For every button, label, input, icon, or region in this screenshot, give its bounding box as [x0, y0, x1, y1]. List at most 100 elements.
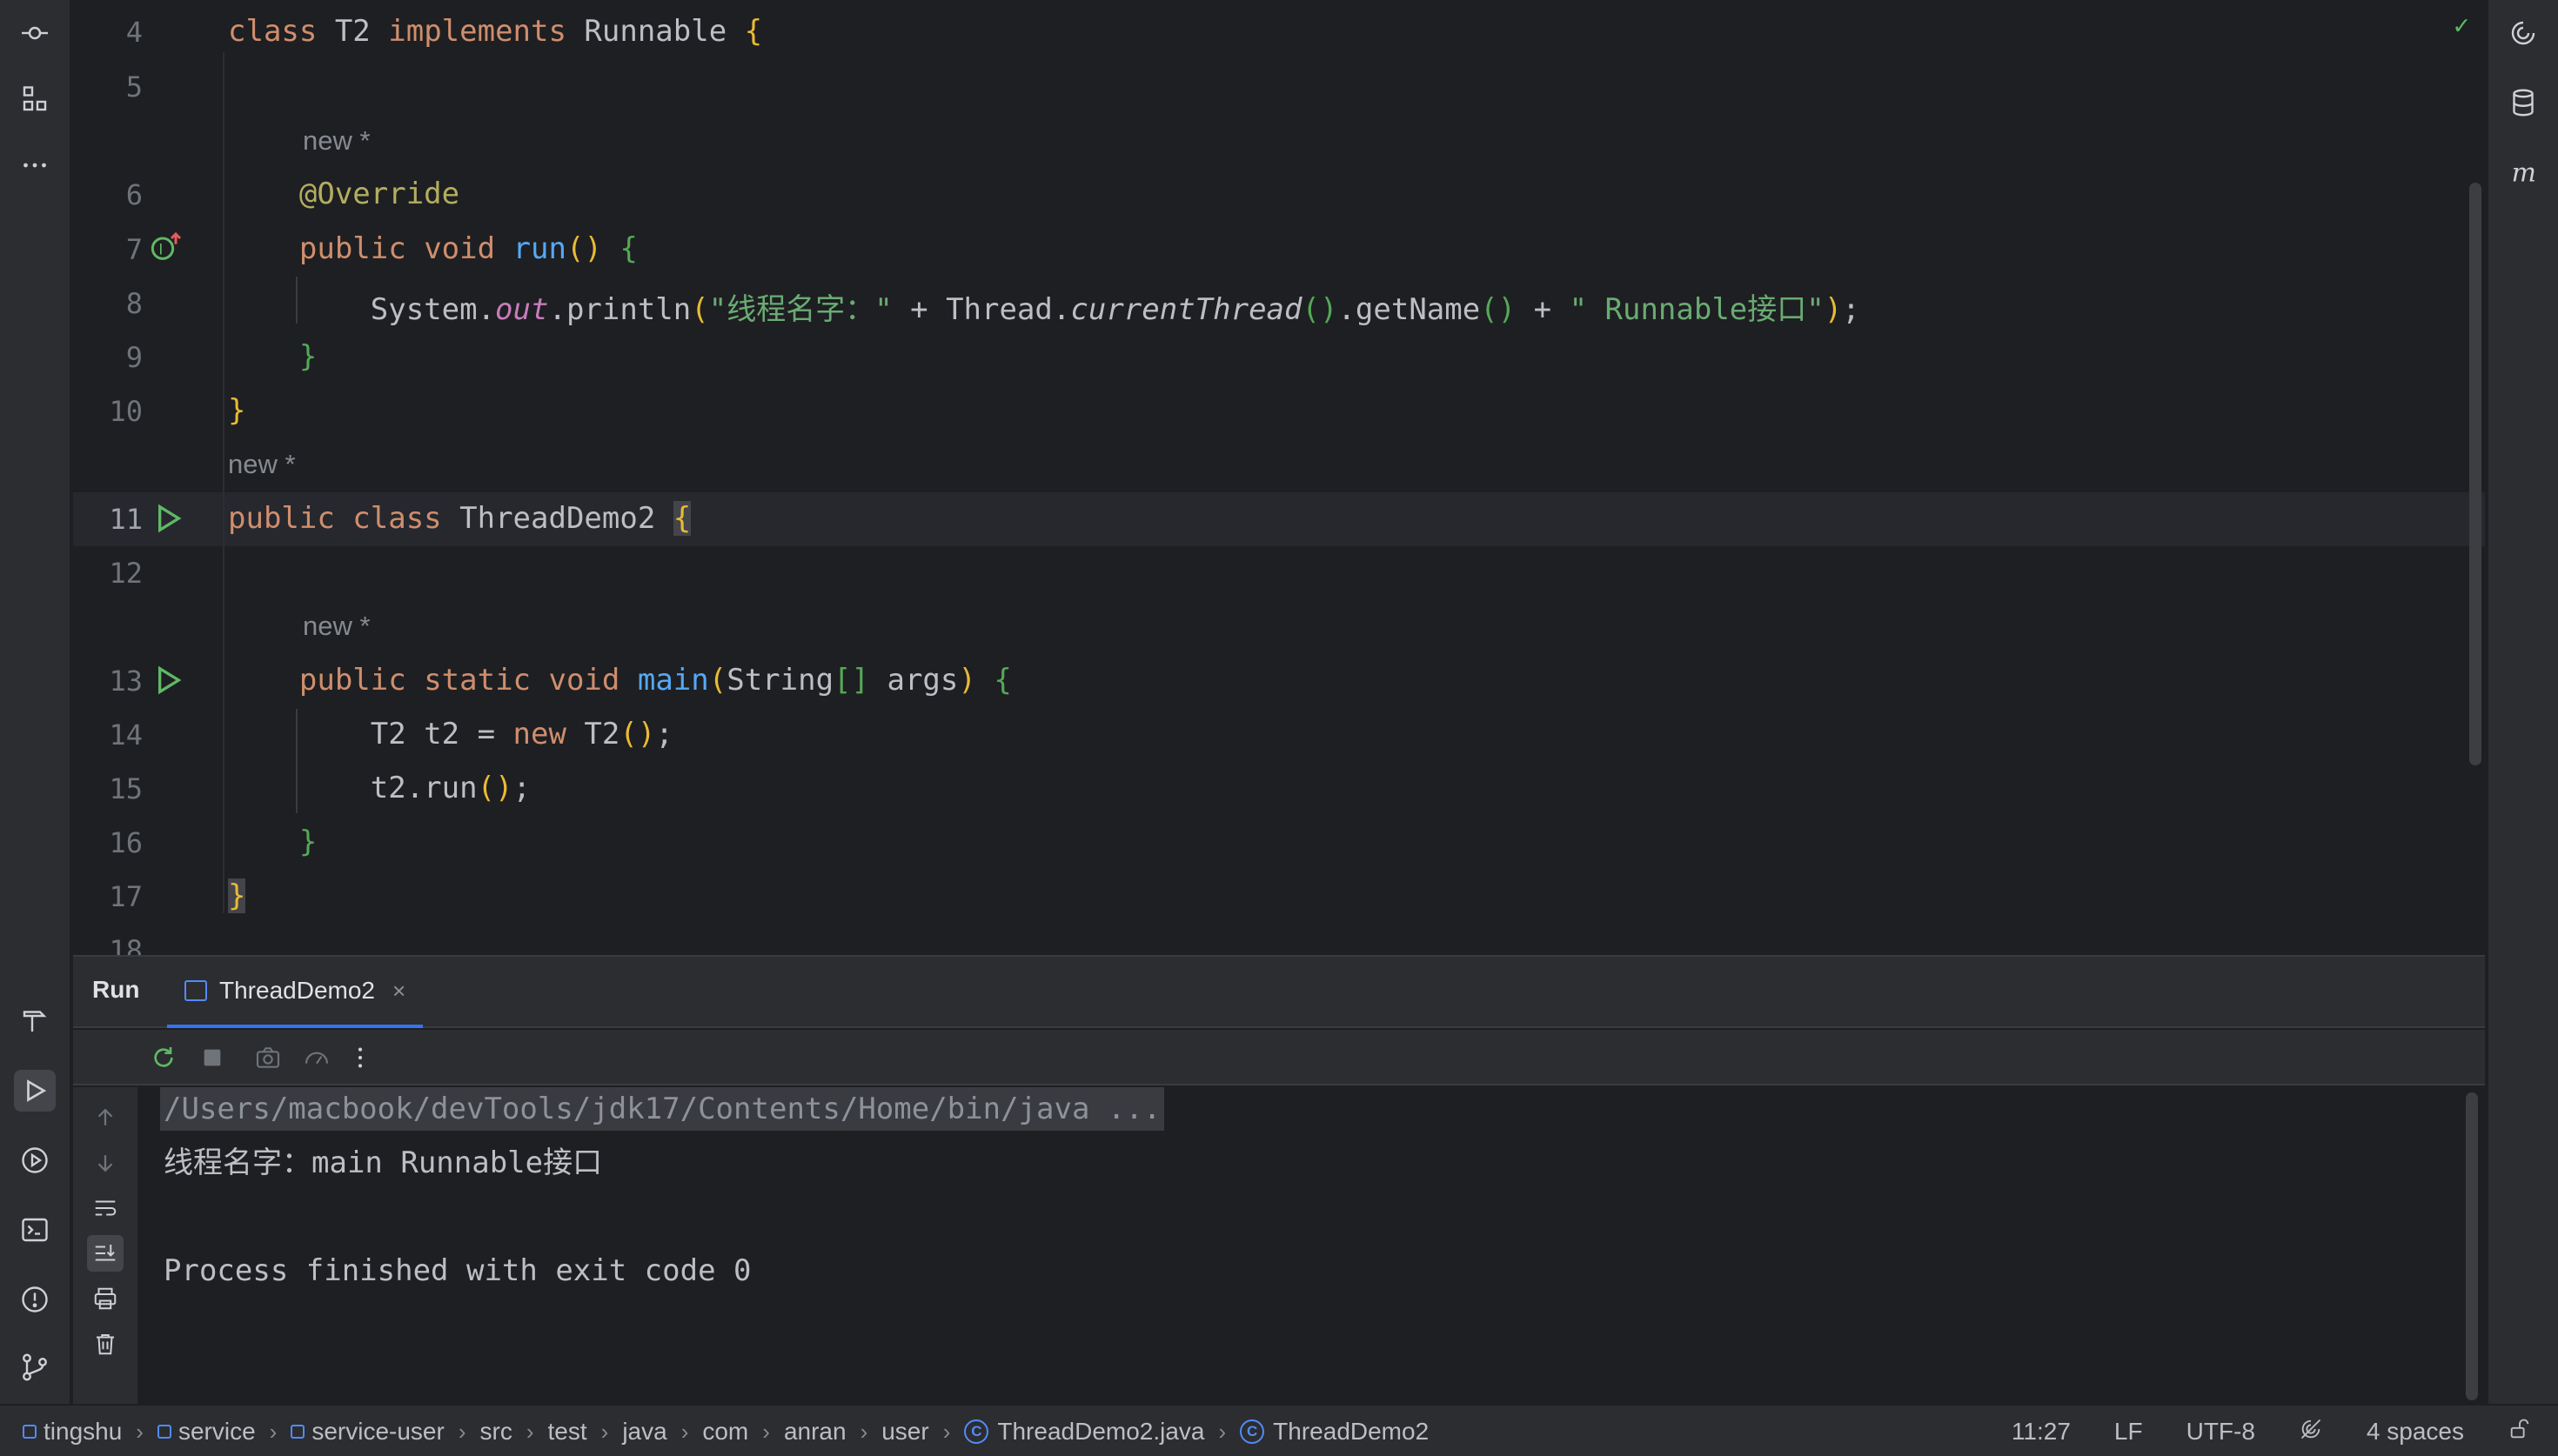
code-token: ;	[512, 771, 532, 805]
breadcrumb-item[interactable]: service-user	[291, 1418, 445, 1446]
code-token: }	[228, 878, 246, 913]
breadcrumb-item[interactable]: test	[548, 1418, 587, 1446]
clear-trash-icon[interactable]	[87, 1326, 124, 1362]
code-editor[interactable]: ✓ 4 5 6 7 8 9 10 11 12 13 14 15 16 17 18…	[73, 0, 2485, 955]
terminal-icon[interactable]	[14, 1209, 56, 1251]
print-icon[interactable]	[87, 1280, 124, 1317]
code-line: public static void main(String[] args) {	[228, 663, 1012, 698]
console-command-line[interactable]: /Users/macbook/devTools/jdk17/Contents/H…	[160, 1087, 1165, 1131]
breadcrumb-item[interactable]: C ThreadDemo2	[1240, 1418, 1429, 1446]
editor-scrollbar[interactable]	[2469, 183, 2481, 765]
code-token: T2	[584, 717, 620, 751]
caret-position[interactable]: 11:27	[2012, 1418, 2071, 1446]
line-number: 10	[109, 395, 143, 428]
code-line: }	[228, 878, 246, 913]
console-scrollbar[interactable]	[2466, 1092, 2478, 1400]
build-hammer-icon[interactable]	[14, 1000, 56, 1042]
code-token: Runnable	[584, 14, 745, 49]
breadcrumb-separator-icon: ›	[136, 1418, 144, 1445]
code-token: .println	[548, 292, 692, 327]
breadcrumb-label: service	[177, 1418, 256, 1445]
line-number: 14	[109, 718, 143, 751]
structure-icon[interactable]	[14, 78, 56, 120]
breadcrumb-separator-icon: ›	[600, 1418, 609, 1445]
scroll-to-end-icon[interactable]	[87, 1235, 124, 1272]
line-separator[interactable]: LF	[2114, 1418, 2143, 1446]
git-branch-icon[interactable]	[14, 1346, 56, 1388]
code-token: new	[512, 717, 585, 751]
code-token: []	[834, 663, 869, 698]
code-line: System.out.println("线程名字：" + Thread.curr…	[228, 285, 1860, 328]
breadcrumb-separator-icon: ›	[860, 1418, 868, 1445]
navigation-breadcrumbs: tingshu › service › service-user › src › test › ja…	[23, 1406, 1429, 1456]
class-icon: C	[964, 1419, 989, 1444]
problems-icon[interactable]	[14, 1279, 56, 1320]
maven-icon[interactable]: m	[2502, 151, 2544, 193]
run-config-tab[interactable]: ThreadDemo2 ×	[167, 957, 424, 1028]
close-tab-icon[interactable]: ×	[392, 978, 405, 1005]
services-icon[interactable]	[14, 1139, 56, 1181]
code-token: void	[548, 663, 638, 698]
line-number: 5	[125, 70, 143, 104]
line-number: 12	[109, 557, 143, 590]
dump-threads-camera-icon[interactable]	[251, 1040, 285, 1075]
rerun-icon[interactable]	[146, 1040, 181, 1075]
breadcrumb-item[interactable]: user	[881, 1418, 928, 1446]
run-class-icon[interactable]	[150, 501, 184, 536]
breadcrumb-item[interactable]: tingshu	[23, 1418, 122, 1446]
code-token: currentThread	[1070, 292, 1302, 327]
indent-setting[interactable]: 4 spaces	[2367, 1418, 2464, 1446]
commit-icon[interactable]	[14, 12, 56, 54]
code-line: }	[228, 393, 245, 428]
status-widgets: 11:27 LF UTF-8 4 spaces	[1968, 1406, 2532, 1456]
no-problems-check-icon[interactable]: ✓	[2454, 10, 2469, 41]
breadcrumb-item[interactable]: com	[702, 1418, 748, 1446]
code-token: ;	[1842, 292, 1860, 327]
author-hint[interactable]: new *	[303, 125, 371, 157]
breadcrumb-label: com	[702, 1418, 749, 1445]
breadcrumb-item[interactable]: anran	[784, 1418, 847, 1446]
author-hint[interactable]: new *	[303, 611, 371, 642]
code-line: class T2 implements Runnable {	[228, 14, 762, 49]
ai-assistant-icon[interactable]	[2502, 12, 2544, 54]
code-token: t2.run	[228, 771, 478, 805]
code-line: t2.run();	[228, 771, 531, 805]
breadcrumb-label: anran	[783, 1418, 847, 1445]
implements-method-icon[interactable]: I	[150, 230, 184, 264]
console-line: Process finished with exit code 0	[164, 1253, 752, 1288]
scroll-down-icon[interactable]	[87, 1145, 124, 1181]
breadcrumb-item[interactable]: java	[622, 1418, 666, 1446]
readonly-lock-icon[interactable]	[2508, 1417, 2532, 1447]
code-token: (	[708, 663, 727, 698]
breadcrumb-item[interactable]: src	[480, 1418, 512, 1446]
breadcrumb-separator-icon: ›	[1218, 1418, 1227, 1445]
code-token: + Thread.	[892, 292, 1071, 327]
code-token: (	[691, 292, 709, 327]
run-title: Run	[92, 976, 140, 1003]
more-options-icon[interactable]	[343, 1040, 378, 1075]
run-tool-icon[interactable]	[14, 1070, 56, 1112]
author-hint[interactable]: new *	[228, 449, 296, 480]
code-token: public	[228, 501, 353, 536]
ai-status-icon[interactable]	[2299, 1417, 2323, 1447]
console-tab-icon	[184, 980, 207, 1001]
module-icon	[157, 1425, 171, 1439]
breadcrumb-item[interactable]: C ThreadDemo2.java	[964, 1418, 1205, 1446]
scroll-up-icon[interactable]	[87, 1099, 124, 1136]
more-tools-icon[interactable]	[14, 144, 56, 186]
line-number: 15	[109, 772, 143, 805]
indent-guide	[223, 52, 224, 913]
line-number: 17	[109, 880, 143, 913]
code-token: args	[869, 663, 959, 698]
profiler-icon[interactable]	[299, 1040, 334, 1075]
breadcrumb-item[interactable]: service	[157, 1418, 256, 1446]
code-token: ;	[655, 717, 673, 751]
stop-icon[interactable]	[195, 1040, 230, 1075]
file-encoding[interactable]: UTF-8	[2186, 1418, 2255, 1446]
soft-wrap-icon[interactable]	[87, 1190, 124, 1226]
run-main-icon[interactable]	[150, 663, 184, 698]
code-token: public	[298, 663, 425, 698]
breadcrumb-label: ThreadDemo2.java	[997, 1418, 1205, 1445]
database-icon[interactable]	[2502, 82, 2544, 124]
code-token: ()	[566, 231, 620, 266]
